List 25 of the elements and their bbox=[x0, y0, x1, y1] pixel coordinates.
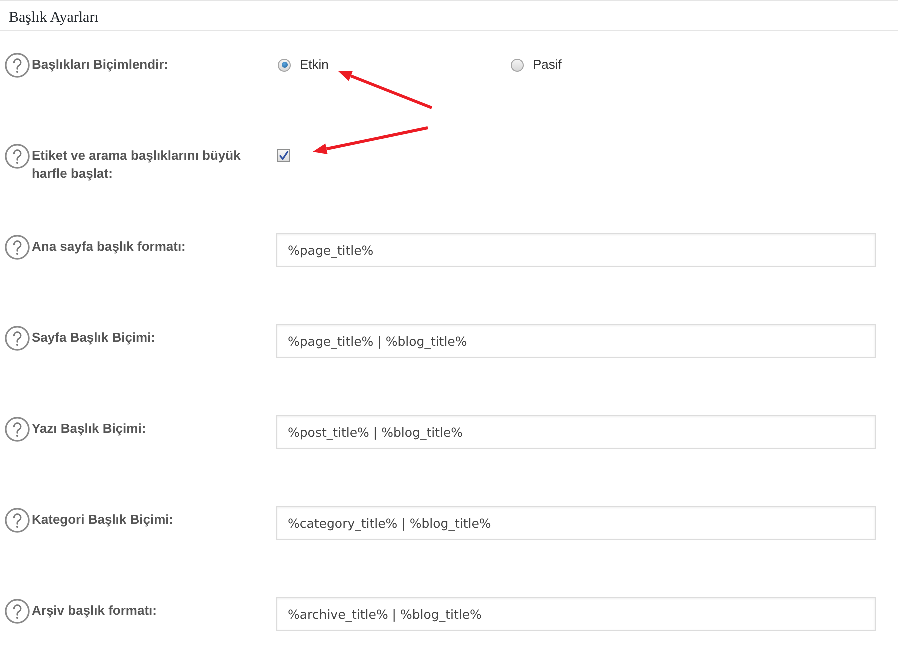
help-icon[interactable] bbox=[5, 144, 30, 169]
setting-label: Arşiv başlık formatı: bbox=[32, 602, 158, 620]
radio-button[interactable] bbox=[511, 58, 524, 72]
help-icon[interactable] bbox=[5, 235, 30, 260]
setting-label: Sayfa Başlık Biçimi: bbox=[32, 329, 157, 347]
text-field[interactable]: %category_title% | %blog_title% bbox=[276, 506, 876, 540]
radio-label[interactable]: Etkin bbox=[300, 56, 329, 74]
section-title: Başlık Ayarları bbox=[9, 10, 99, 26]
text-field[interactable]: %page_title% bbox=[276, 233, 876, 267]
text-field[interactable]: %archive_title% | %blog_title% bbox=[276, 597, 876, 631]
setting-label: Ana sayfa başlık formatı: bbox=[32, 238, 187, 256]
help-icon[interactable] bbox=[5, 599, 30, 624]
help-icon[interactable] bbox=[5, 508, 30, 533]
setting-label: Kategori Başlık Biçimi: bbox=[32, 511, 175, 529]
help-icon[interactable] bbox=[5, 53, 30, 78]
setting-label: Etiket ve arama başlıklarını büyük harfle başlat: bbox=[32, 147, 242, 183]
radio-label[interactable]: Pasif bbox=[533, 56, 562, 74]
radio-button[interactable] bbox=[278, 58, 291, 72]
help-icon[interactable] bbox=[5, 417, 30, 442]
text-field[interactable]: %page_title% | %blog_title% bbox=[276, 324, 876, 358]
text-field[interactable]: %post_title% | %blog_title% bbox=[276, 415, 876, 449]
setting-label: Başlıkları Biçimlendir: bbox=[32, 56, 170, 74]
setting-label: Yazı Başlık Biçimi: bbox=[32, 420, 148, 438]
help-icon[interactable] bbox=[5, 326, 30, 351]
checkbox[interactable] bbox=[277, 149, 290, 162]
